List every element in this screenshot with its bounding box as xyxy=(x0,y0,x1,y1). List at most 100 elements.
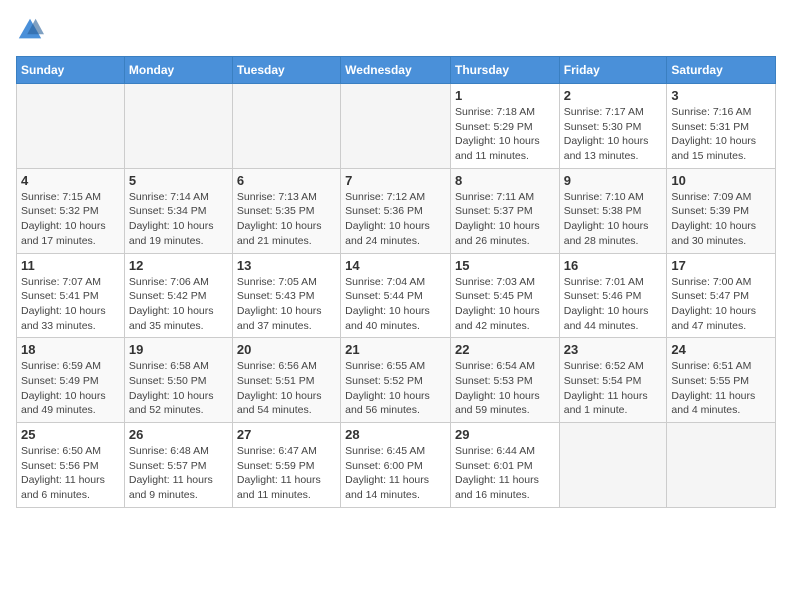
column-header-monday: Monday xyxy=(124,57,232,84)
calendar-cell: 7 Sunrise: 7:12 AM Sunset: 5:36 PM Daylig… xyxy=(341,168,451,253)
day-detail: Sunrise: 7:13 AM Sunset: 5:35 PM Dayligh… xyxy=(237,190,336,249)
calendar-cell: 27 Sunrise: 6:47 AM Sunset: 5:59 PM Dayli… xyxy=(232,423,340,508)
day-detail: Sunrise: 6:48 AM Sunset: 5:57 PM Dayligh… xyxy=(129,444,228,503)
day-number: 4 xyxy=(21,173,120,188)
day-number: 27 xyxy=(237,427,336,442)
calendar-cell: 2Sunrise: 7:17 AM Sunset: 5:30 PM Daylig… xyxy=(559,84,667,169)
day-detail: Sunrise: 7:14 AM Sunset: 5:34 PM Dayligh… xyxy=(129,190,228,249)
day-detail: Sunrise: 7:16 AM Sunset: 5:31 PM Dayligh… xyxy=(671,105,771,164)
calendar-cell: 23 Sunrise: 6:52 AM Sunset: 5:54 PM Dayli… xyxy=(559,338,667,423)
day-number: 3 xyxy=(671,88,771,103)
day-number: 5 xyxy=(129,173,228,188)
day-detail: Sunrise: 6:55 AM Sunset: 5:52 PM Dayligh… xyxy=(345,359,446,418)
day-number: 23 xyxy=(564,342,663,357)
day-number: 20 xyxy=(237,342,336,357)
day-detail: Sunrise: 7:11 AM Sunset: 5:37 PM Dayligh… xyxy=(455,190,555,249)
column-header-tuesday: Tuesday xyxy=(232,57,340,84)
day-number: 21 xyxy=(345,342,446,357)
calendar-cell: 17 Sunrise: 7:00 AM Sunset: 5:47 PM Dayli… xyxy=(667,253,776,338)
day-number: 18 xyxy=(21,342,120,357)
calendar-cell: 12 Sunrise: 7:06 AM Sunset: 5:42 PM Dayli… xyxy=(124,253,232,338)
day-detail: Sunrise: 6:51 AM Sunset: 5:55 PM Dayligh… xyxy=(671,359,771,418)
calendar-cell: 10 Sunrise: 7:09 AM Sunset: 5:39 PM Dayli… xyxy=(667,168,776,253)
day-detail: Sunrise: 6:44 AM Sunset: 6:01 PM Dayligh… xyxy=(455,444,555,503)
day-detail: Sunrise: 6:52 AM Sunset: 5:54 PM Dayligh… xyxy=(564,359,663,418)
calendar-week-4: 18Sunrise: 6:59 AM Sunset: 5:49 PM Dayli… xyxy=(17,338,776,423)
page-header xyxy=(16,16,776,44)
calendar-cell: 19 Sunrise: 6:58 AM Sunset: 5:50 PM Dayli… xyxy=(124,338,232,423)
day-detail: Sunrise: 6:47 AM Sunset: 5:59 PM Dayligh… xyxy=(237,444,336,503)
calendar-cell: 18Sunrise: 6:59 AM Sunset: 5:49 PM Dayli… xyxy=(17,338,125,423)
day-number: 25 xyxy=(21,427,120,442)
day-detail: Sunrise: 7:18 AM Sunset: 5:29 PM Dayligh… xyxy=(455,105,555,164)
calendar-cell: 5 Sunrise: 7:14 AM Sunset: 5:34 PM Daylig… xyxy=(124,168,232,253)
logo xyxy=(16,16,48,44)
day-number: 15 xyxy=(455,258,555,273)
calendar-week-1: 1 Sunrise: 7:18 AM Sunset: 5:29 PM Daylig… xyxy=(17,84,776,169)
calendar-week-2: 4 Sunrise: 7:15 AM Sunset: 5:32 PM Daylig… xyxy=(17,168,776,253)
day-number: 28 xyxy=(345,427,446,442)
day-number: 13 xyxy=(237,258,336,273)
day-detail: Sunrise: 7:09 AM Sunset: 5:39 PM Dayligh… xyxy=(671,190,771,249)
day-detail: Sunrise: 7:05 AM Sunset: 5:43 PM Dayligh… xyxy=(237,275,336,334)
calendar-table: SundayMondayTuesdayWednesdayThursdayFrid… xyxy=(16,56,776,508)
calendar-cell: 9 Sunrise: 7:10 AM Sunset: 5:38 PM Daylig… xyxy=(559,168,667,253)
day-number: 6 xyxy=(237,173,336,188)
calendar-cell: 8 Sunrise: 7:11 AM Sunset: 5:37 PM Daylig… xyxy=(450,168,559,253)
calendar-cell xyxy=(17,84,125,169)
calendar-cell xyxy=(232,84,340,169)
column-header-saturday: Saturday xyxy=(667,57,776,84)
day-detail: Sunrise: 7:10 AM Sunset: 5:38 PM Dayligh… xyxy=(564,190,663,249)
day-detail: Sunrise: 7:06 AM Sunset: 5:42 PM Dayligh… xyxy=(129,275,228,334)
calendar-cell: 14 Sunrise: 7:04 AM Sunset: 5:44 PM Dayli… xyxy=(341,253,451,338)
calendar-cell: 26 Sunrise: 6:48 AM Sunset: 5:57 PM Dayli… xyxy=(124,423,232,508)
day-number: 17 xyxy=(671,258,771,273)
calendar-cell: 21 Sunrise: 6:55 AM Sunset: 5:52 PM Dayli… xyxy=(341,338,451,423)
day-detail: Sunrise: 6:50 AM Sunset: 5:56 PM Dayligh… xyxy=(21,444,120,503)
day-number: 1 xyxy=(455,88,555,103)
day-number: 16 xyxy=(564,258,663,273)
calendar-cell: 6 Sunrise: 7:13 AM Sunset: 5:35 PM Daylig… xyxy=(232,168,340,253)
column-header-friday: Friday xyxy=(559,57,667,84)
calendar-week-5: 25 Sunrise: 6:50 AM Sunset: 5:56 PM Dayli… xyxy=(17,423,776,508)
day-detail: Sunrise: 7:01 AM Sunset: 5:46 PM Dayligh… xyxy=(564,275,663,334)
day-number: 12 xyxy=(129,258,228,273)
day-detail: Sunrise: 7:04 AM Sunset: 5:44 PM Dayligh… xyxy=(345,275,446,334)
day-detail: Sunrise: 7:00 AM Sunset: 5:47 PM Dayligh… xyxy=(671,275,771,334)
day-detail: Sunrise: 6:56 AM Sunset: 5:51 PM Dayligh… xyxy=(237,359,336,418)
day-number: 14 xyxy=(345,258,446,273)
column-header-wednesday: Wednesday xyxy=(341,57,451,84)
day-number: 19 xyxy=(129,342,228,357)
calendar-cell: 13 Sunrise: 7:05 AM Sunset: 5:43 PM Dayli… xyxy=(232,253,340,338)
calendar-cell: 1 Sunrise: 7:18 AM Sunset: 5:29 PM Daylig… xyxy=(450,84,559,169)
day-detail: Sunrise: 7:03 AM Sunset: 5:45 PM Dayligh… xyxy=(455,275,555,334)
column-header-sunday: Sunday xyxy=(17,57,125,84)
day-detail: Sunrise: 6:58 AM Sunset: 5:50 PM Dayligh… xyxy=(129,359,228,418)
calendar-cell xyxy=(341,84,451,169)
day-detail: Sunrise: 7:15 AM Sunset: 5:32 PM Dayligh… xyxy=(21,190,120,249)
day-detail: Sunrise: 7:17 AM Sunset: 5:30 PM Dayligh… xyxy=(564,105,663,164)
logo-icon xyxy=(16,16,44,44)
day-number: 8 xyxy=(455,173,555,188)
day-number: 9 xyxy=(564,173,663,188)
calendar-cell: 15 Sunrise: 7:03 AM Sunset: 5:45 PM Dayli… xyxy=(450,253,559,338)
day-detail: Sunrise: 7:12 AM Sunset: 5:36 PM Dayligh… xyxy=(345,190,446,249)
calendar-cell: 25 Sunrise: 6:50 AM Sunset: 5:56 PM Dayli… xyxy=(17,423,125,508)
day-number: 22 xyxy=(455,342,555,357)
calendar-cell: 28 Sunrise: 6:45 AM Sunset: 6:00 PM Dayli… xyxy=(341,423,451,508)
calendar-cell: 16 Sunrise: 7:01 AM Sunset: 5:46 PM Dayli… xyxy=(559,253,667,338)
day-number: 10 xyxy=(671,173,771,188)
calendar-cell xyxy=(559,423,667,508)
day-detail: Sunrise: 6:54 AM Sunset: 5:53 PM Dayligh… xyxy=(455,359,555,418)
calendar-header-row: SundayMondayTuesdayWednesdayThursdayFrid… xyxy=(17,57,776,84)
day-number: 7 xyxy=(345,173,446,188)
day-number: 24 xyxy=(671,342,771,357)
day-detail: Sunrise: 6:45 AM Sunset: 6:00 PM Dayligh… xyxy=(345,444,446,503)
calendar-cell: 11Sunrise: 7:07 AM Sunset: 5:41 PM Dayli… xyxy=(17,253,125,338)
day-detail: Sunrise: 7:07 AM Sunset: 5:41 PM Dayligh… xyxy=(21,275,120,334)
calendar-cell: 24 Sunrise: 6:51 AM Sunset: 5:55 PM Dayli… xyxy=(667,338,776,423)
column-header-thursday: Thursday xyxy=(450,57,559,84)
calendar-cell: 3 Sunrise: 7:16 AM Sunset: 5:31 PM Daylig… xyxy=(667,84,776,169)
calendar-cell xyxy=(124,84,232,169)
day-number: 26 xyxy=(129,427,228,442)
